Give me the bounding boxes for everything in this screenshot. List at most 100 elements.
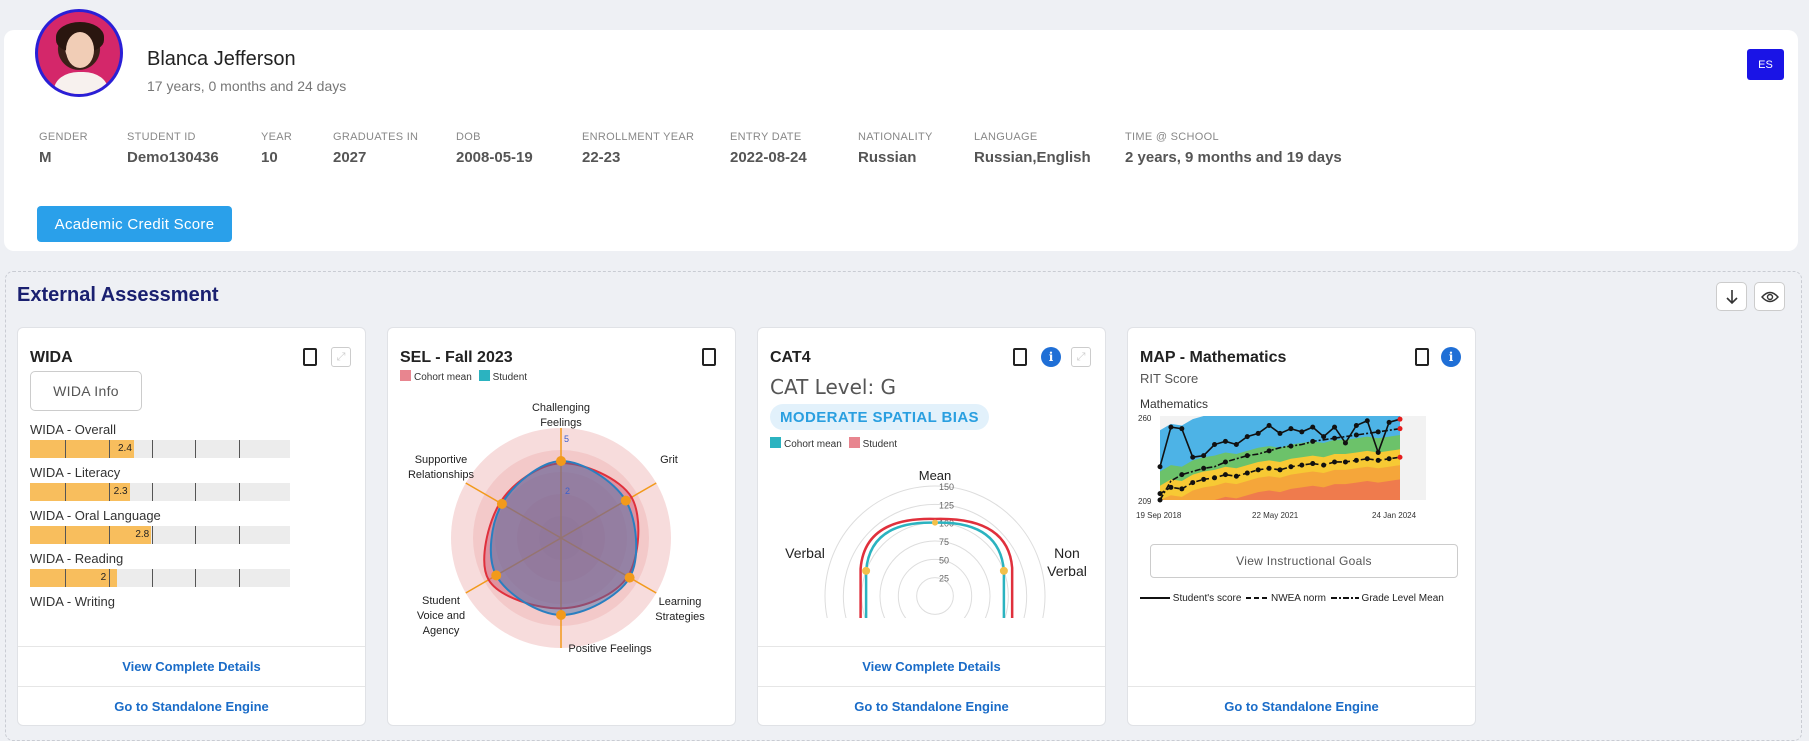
line-point [1321,434,1327,440]
bar-gridline [195,569,197,587]
academic-credit-score-button[interactable]: Academic Credit Score [37,206,232,242]
radar-point [932,519,938,526]
line-point [1375,429,1381,435]
radar-ring [861,522,1009,618]
field-time-at-school: TIME @ SCHOOL 2 years, 9 months and 19 da… [1125,131,1342,166]
line-point [1375,457,1381,463]
line-point [1266,465,1272,471]
line-point [1179,472,1185,478]
view-complete-details-link[interactable]: View Complete Details [18,659,365,674]
axis-label-verbal-2: Verbal [1047,563,1087,579]
bar-gridline [108,526,110,544]
bar-value-label: 2.8 [135,529,150,540]
bar-fill [30,526,152,544]
line-point [1342,459,1348,465]
eye-icon [1760,291,1779,302]
line-point [1288,464,1294,470]
bar-gridline [152,569,153,587]
document-icon [1013,348,1027,366]
field-label: GRADUATES IN [333,131,419,143]
line-point [1179,426,1185,432]
field-value: 22-23 [582,149,621,166]
line-point [1222,472,1228,478]
expand-icon[interactable]: ⤢ [1071,347,1091,367]
bar-gridline [238,526,240,544]
line-point [1266,448,1272,454]
legend-label: Student [492,372,528,383]
y-tick-label: 260 [1138,414,1152,423]
view-instructional-goals-button[interactable]: View Instructional Goals [1150,544,1458,578]
visibility-toggle-button[interactable] [1754,282,1785,311]
field-label: GENDER [39,131,88,143]
axis-label-learning-2: Strategies [655,611,705,623]
standalone-engine-link[interactable]: Go to Standalone Engine [1128,699,1475,714]
field-value: M [39,149,52,166]
line-point [1364,456,1370,462]
bar-gridline [65,483,67,501]
bar-gridline [238,440,240,458]
field-label: DOB [456,131,481,143]
wida-bar-chart: WIDA - Overall 2.4 WIDA - Literacy 2.3 WIDA … [30,422,292,610]
line-point [1299,429,1305,435]
line-point [1288,443,1294,449]
bar-track: 2.4 [30,440,290,458]
divider [758,646,1105,647]
radar-ring [879,540,991,618]
line-point [1397,416,1403,422]
legend-swatch-cohort [770,437,781,448]
cat4-radar-chart: 150125100755025 Mean Verbal Non Verbal [785,468,1087,618]
bar-label: WIDA - Reading [30,551,124,566]
map-line-chart: 260 209 19 Sep 2018 22 May 2021 24 Jan 2… [1136,414,1426,520]
copy-document-button[interactable] [1412,347,1432,367]
line-point [1397,426,1403,432]
bar-gridline [108,440,110,458]
line-point [1310,461,1316,467]
bar-gridline [108,569,110,587]
line-point [1212,475,1218,481]
info-icon[interactable]: i [1041,347,1061,367]
radar-point [999,566,1008,575]
divider [1128,686,1475,687]
download-button[interactable] [1716,282,1747,311]
card-title: CAT4 [770,349,811,366]
standalone-engine-link[interactable]: Go to Standalone Engine [758,699,1105,714]
field-graduates-in: GRADUATES IN 2027 [333,131,418,166]
bar-label: WIDA - Literacy [30,465,121,480]
bar-label: WIDA - Writing [30,594,115,609]
wida-bar-row: WIDA - Overall 2.4 [30,422,292,458]
line-point [1375,449,1381,455]
line-point [1321,462,1327,468]
copy-document-button[interactable] [1010,347,1030,367]
wida-info-button[interactable]: WIDA Info [30,371,142,411]
bar-value-label: 2 [100,572,107,583]
expand-icon[interactable]: ⤢ [331,347,351,367]
x-tick-label: 24 Jan 2024 [1372,511,1417,520]
info-icon[interactable]: i [1441,347,1461,367]
document-icon [1415,348,1429,366]
field-label: ENROLLMENT YEAR [582,131,695,143]
axis-label-challenging-1: Challenging [532,402,590,414]
cat4-legend: Cohort mean Student [770,437,897,450]
line-point [1201,465,1207,471]
language-toggle-button[interactable]: ES [1747,49,1784,80]
bar-gridline [152,526,153,544]
map-card: MAP - Mathematics i RIT Score Mathematic… [1127,327,1476,726]
field-value: Demo130436 [127,149,219,166]
x-tick-label: 22 May 2021 [1252,511,1299,520]
copy-document-button[interactable] [300,347,320,367]
document-icon [303,348,317,366]
radar-tick-label: 125 [939,500,954,510]
axis-label-voice-1: Student [422,595,460,607]
wida-bar-row: WIDA - Literacy 2.3 [30,465,292,501]
radar-point [496,498,507,509]
view-complete-details-link[interactable]: View Complete Details [758,659,1105,674]
standalone-engine-link[interactable]: Go to Standalone Engine [18,699,365,714]
copy-document-button[interactable] [699,347,719,367]
card-title: WIDA [30,349,73,366]
field-value: 2 years, 9 months and 19 days [1125,149,1342,166]
y-tick-label: 209 [1138,497,1152,506]
avatar-face [66,32,94,68]
axis-label-learning-1: Learning [659,596,702,608]
field-label: ENTRY DATE [730,131,802,143]
bar-gridline [195,483,197,501]
